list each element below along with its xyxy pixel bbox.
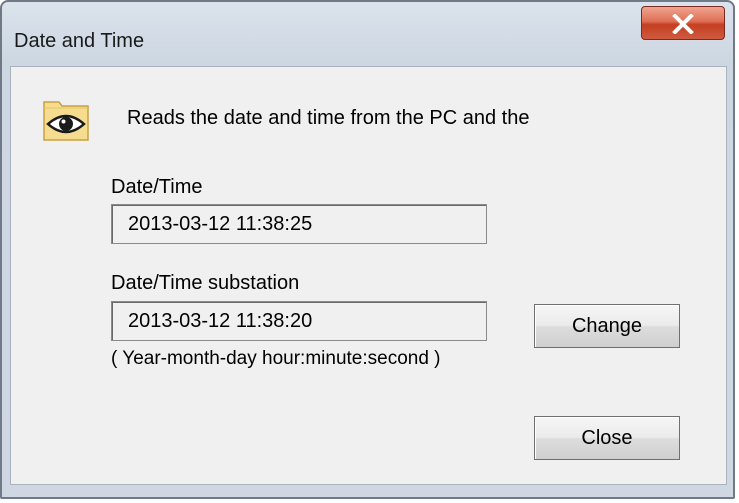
close-button[interactable]: Close	[534, 416, 680, 460]
close-icon	[672, 14, 694, 34]
title-bar[interactable]: Date and Time	[2, 2, 733, 66]
substation-datetime-field[interactable]: 2013-03-12 11:38:20	[111, 301, 487, 341]
window-title: Date and Time	[14, 30, 145, 52]
dialog-content: Reads the date and time from the PC and …	[10, 66, 727, 485]
change-button[interactable]: Change	[534, 304, 680, 348]
datetime-format-hint: ( Year-month-day hour:minute:second )	[111, 348, 441, 369]
date-and-time-dialog: Date and Time Reads the date and time fr…	[0, 0, 735, 499]
window-close-button[interactable]	[641, 6, 725, 40]
substation-datetime-label: Date/Time substation	[111, 272, 300, 294]
pc-datetime-field[interactable]: 2013-03-12 11:38:25	[111, 204, 487, 244]
eye-icon	[43, 101, 89, 141]
pc-datetime-label: Date/Time	[111, 176, 203, 198]
description-text: Reads the date and time from the PC and …	[127, 107, 530, 129]
